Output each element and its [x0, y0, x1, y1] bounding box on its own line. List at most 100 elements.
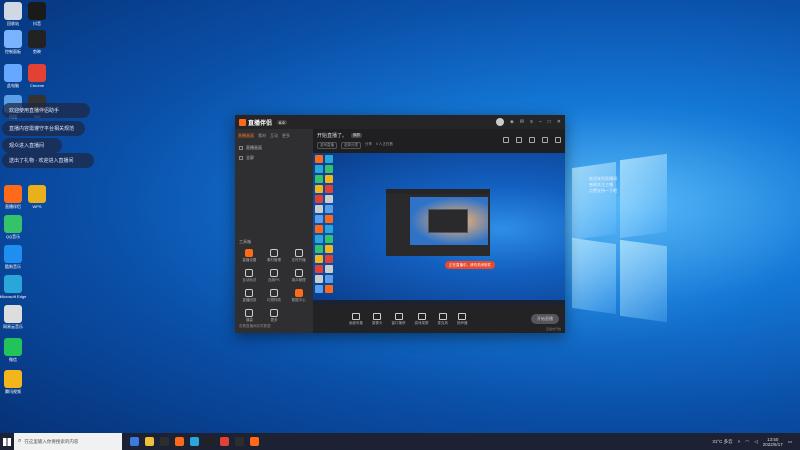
capture-icon [458, 312, 467, 320]
skin-icon[interactable]: ◈ [510, 119, 514, 125]
toolbox-item[interactable]: 直播回放 [237, 289, 262, 303]
notification-2[interactable]: 直播内容需遵守平台相关规范 [2, 121, 85, 136]
pinned-app-icon[interactable] [235, 437, 244, 446]
notification-center-icon[interactable]: ▭ [788, 439, 792, 445]
app-icon [28, 2, 46, 20]
desktop-icon[interactable]: 酷狗音乐 [0, 245, 26, 270]
pinned-app-icon[interactable] [145, 437, 154, 446]
notification-4[interactable]: 送出了礼物 · 欢迎进入直播间 [2, 153, 94, 168]
toolbox-item[interactable]: 连线PK [262, 269, 287, 283]
preview-icon [315, 195, 323, 203]
capture-control[interactable]: 麦克风 [438, 312, 448, 326]
desktop-icon[interactable]: 微信 [0, 338, 26, 363]
search-placeholder: 在这里输入你要搜索的内容 [24, 438, 79, 444]
desktop-icon[interactable]: 网易云音乐 [0, 305, 26, 330]
user-avatar[interactable] [496, 118, 504, 126]
pinned-app-icon[interactable] [130, 437, 139, 446]
desktop-icon[interactable]: WPS [24, 185, 50, 209]
pinned-app-icon[interactable] [250, 437, 259, 446]
app-version-badge[interactable]: 6.0 [277, 119, 287, 125]
toolbox-item[interactable]: 素材管理 [262, 249, 287, 263]
toolbox-item[interactable]: 直播设置 [237, 249, 262, 263]
toolbox-item[interactable]: 福袋 [237, 309, 262, 323]
pinned-app-icon[interactable] [175, 437, 184, 446]
taskbar-search[interactable]: ⌕ 在这里输入你要搜索的内容 [14, 433, 122, 450]
toolbox-item[interactable]: 观众管理 [286, 269, 311, 283]
sidebar-footer-link[interactable]: 查看直播间实时数据 [239, 324, 271, 329]
preview-icon [325, 265, 333, 273]
desktop-icon[interactable]: 抖音 [24, 2, 50, 27]
start-button[interactable] [0, 433, 14, 450]
scene-label: 全屏 [246, 155, 254, 160]
scene-row[interactable]: 全屏 [235, 153, 313, 163]
scene-row[interactable]: 直播画面 [235, 143, 313, 153]
toolbox-item[interactable]: 互动玩法 [237, 269, 262, 283]
toolbox-item[interactable]: 更多 [262, 309, 287, 323]
orientation-tag[interactable]: 横屏 [351, 133, 363, 138]
network-icon[interactable]: ◠ [745, 439, 749, 445]
capture-control[interactable]: 窗口捕获 [392, 312, 406, 326]
toolbox-item[interactable]: 数据中心 [286, 289, 311, 303]
pinned-app-icon[interactable] [190, 437, 199, 446]
preview-icon [325, 255, 333, 263]
toolbox-item[interactable]: 礼物特效 [262, 289, 287, 303]
go-live-button[interactable]: 开始直播 [531, 314, 559, 324]
desktop-icon[interactable]: Chrome [24, 64, 50, 88]
volume-icon[interactable]: ◁ [754, 439, 757, 445]
app-icon [4, 64, 22, 82]
streaming-app-window[interactable]: 直播伴侣 6.0 ◈ ✉ ≡ – □ ✕ 直播画面 素材 互动 更多 直播画面 … [235, 115, 565, 333]
tool-label: 礼物特效 [266, 298, 281, 302]
tab-material[interactable]: 素材 [258, 133, 266, 139]
notification-3[interactable]: 观众进入直播间 [2, 138, 62, 153]
desktop-icon[interactable]: 腾讯视频 [0, 370, 26, 395]
preview-icon [315, 175, 323, 183]
capture-control[interactable]: 扬声器 [457, 312, 468, 326]
tab-live-scene[interactable]: 直播画面 [238, 133, 254, 139]
weather-widget[interactable]: 31°C 多云 [712, 439, 732, 445]
settings-icon[interactable] [542, 137, 548, 143]
pinned-app-icon[interactable] [160, 437, 169, 446]
desktop-icon-label: 酷狗音乐 [5, 264, 21, 269]
screen-icon[interactable] [529, 137, 535, 143]
layout-icon[interactable] [503, 137, 509, 143]
share-icon[interactable] [555, 137, 561, 143]
notification-1[interactable]: 欢迎使用直播伴侣助手 [2, 103, 90, 118]
eye-icon[interactable] [239, 156, 243, 160]
minimize-icon[interactable]: – [539, 119, 542, 125]
desktop-icon[interactable]: 剪映 [24, 30, 50, 55]
menu-icon[interactable]: ≡ [530, 119, 533, 125]
eye-icon[interactable] [239, 146, 243, 150]
clock[interactable]: 13:50 2022/6/17 [763, 437, 783, 447]
app-icon [4, 305, 22, 323]
tool-label: 福袋 [245, 318, 253, 322]
message-icon[interactable]: ✉ [520, 119, 524, 125]
share-link[interactable]: 分享 [365, 142, 372, 149]
tool-label: 更多 [270, 318, 278, 322]
preview-icon [315, 245, 323, 253]
capture-control[interactable]: 摄像头 [372, 312, 383, 326]
chevron-up-icon[interactable]: ˄ [738, 439, 741, 444]
category-pill[interactable]: 游戏直播 [317, 142, 337, 149]
choose-category-pill[interactable]: 选择分类 [341, 142, 361, 149]
app-title-bar[interactable]: 直播伴侣 6.0 ◈ ✉ ≡ – □ ✕ [235, 115, 565, 129]
nested-app-bar [386, 189, 490, 194]
desktop-icon[interactable]: Microsoft Edge [0, 275, 26, 299]
windows-start-icon [3, 437, 11, 446]
desktop-icon-label: Microsoft Edge [0, 294, 27, 299]
overlay-line: 点赞支持一下吧 [589, 188, 617, 193]
tab-more[interactable]: 更多 [282, 133, 290, 139]
live-preview[interactable]: 正在直播中，请勿关闭软件 [313, 153, 565, 305]
pinned-app-icon[interactable] [205, 437, 214, 446]
desktop-icon[interactable]: QQ音乐 [0, 215, 26, 240]
desktop-icon-label: 腾讯视频 [5, 389, 21, 394]
capture-control[interactable]: 画面采集 [349, 312, 363, 326]
toolbox-item[interactable]: 定时开播 [286, 249, 311, 263]
preview-icon [325, 215, 333, 223]
stream-title[interactable]: 开始直播了。 [317, 132, 347, 139]
lock-icon[interactable] [516, 137, 522, 143]
close-icon[interactable]: ✕ [557, 119, 561, 125]
maximize-icon[interactable]: □ [548, 119, 551, 125]
pinned-app-icon[interactable] [220, 437, 229, 446]
tab-interaction[interactable]: 互动 [270, 133, 278, 139]
capture-control[interactable]: 游戏录屏 [415, 312, 429, 326]
